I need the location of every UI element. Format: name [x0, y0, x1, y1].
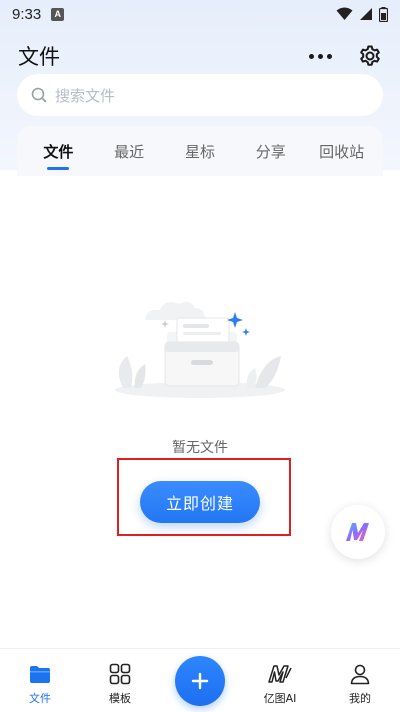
- nav-add[interactable]: [165, 655, 235, 706]
- nav-files[interactable]: 文件: [5, 655, 75, 706]
- battery-icon: [379, 6, 388, 22]
- app-header: 文件: [0, 36, 400, 76]
- settings-gear-icon[interactable]: [358, 44, 382, 68]
- profile-icon: [349, 661, 371, 687]
- page-title: 文件: [18, 45, 60, 69]
- nav-label-profile: 我的: [349, 692, 371, 705]
- add-button[interactable]: [175, 655, 225, 706]
- more-options-icon[interactable]: [305, 50, 336, 63]
- nav-label-edraw-ai: 亿图AI: [263, 692, 297, 705]
- search-placeholder: 搜索文件: [55, 86, 116, 105]
- notification-icon: A: [51, 7, 65, 21]
- status-time: 9:33: [12, 5, 42, 23]
- floating-ai-button[interactable]: [331, 505, 385, 559]
- nav-templates[interactable]: 模板: [85, 655, 155, 706]
- header-actions: [305, 44, 382, 68]
- edraw-ai-icon: [267, 661, 293, 687]
- search-bar[interactable]: 搜索文件: [17, 74, 383, 116]
- tab-starred[interactable]: 星标: [175, 126, 225, 176]
- signal-icon: [360, 8, 372, 20]
- edraw-ai-logo-icon: [346, 523, 369, 541]
- empty-state-message: 暂无文件: [172, 440, 228, 456]
- tab-recent[interactable]: 最近: [104, 126, 154, 176]
- nav-profile[interactable]: 我的: [325, 655, 395, 706]
- file-tabs: 文件 最近 星标 分享 回收站: [17, 126, 383, 176]
- plus-icon: [191, 672, 209, 689]
- status-bar: 9:33 A: [0, 0, 400, 28]
- tab-shared[interactable]: 分享: [246, 126, 296, 176]
- nav-label-templates: 模板: [109, 692, 131, 705]
- nav-edraw-ai[interactable]: 亿图AI: [245, 655, 315, 706]
- tab-recycle-bin[interactable]: 回收站: [317, 126, 367, 176]
- status-right: [336, 6, 388, 22]
- empty-box-illustration: [115, 301, 285, 398]
- wifi-icon: [336, 7, 353, 20]
- nav-label-files: 文件: [29, 692, 51, 705]
- search-icon: [31, 87, 47, 103]
- tab-files[interactable]: 文件: [33, 126, 83, 176]
- bottom-navigation: 文件 模板 亿图AI 我的: [0, 648, 400, 712]
- create-now-button[interactable]: 立即创建: [140, 481, 260, 523]
- folder-icon: [29, 661, 51, 687]
- template-grid-icon: [109, 661, 131, 687]
